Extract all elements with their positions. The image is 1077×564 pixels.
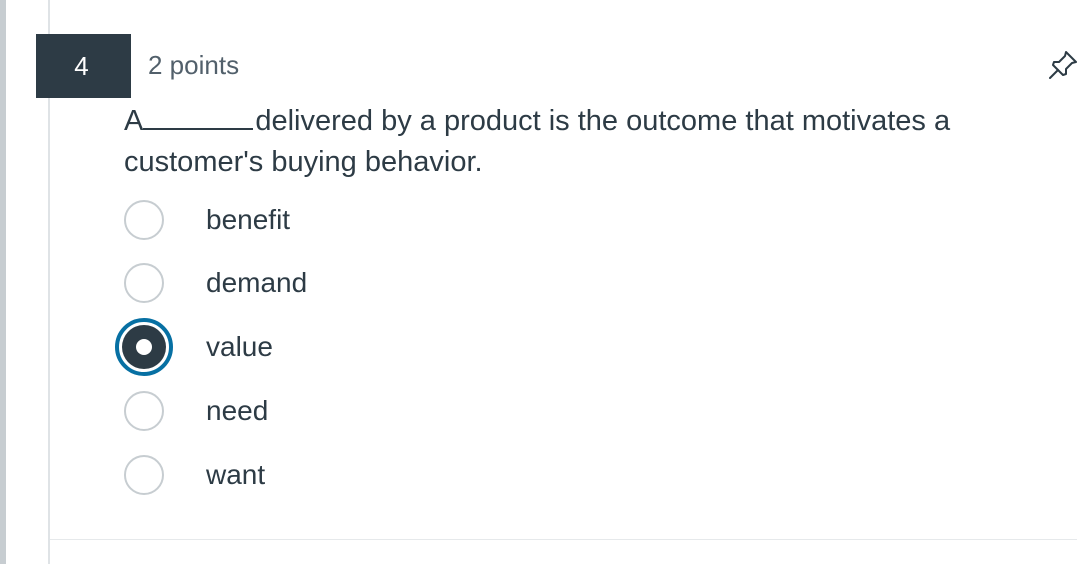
radio-button[interactable] — [124, 391, 164, 431]
left-rail — [0, 0, 6, 564]
radio-button[interactable] — [124, 263, 164, 303]
radio-button[interactable] — [124, 200, 164, 240]
quiz-page: 4 2 points Adelivered by a product is th… — [0, 0, 1077, 564]
divider — [50, 539, 1077, 540]
answer-label: need — [206, 395, 269, 426]
radio-button[interactable] — [124, 455, 164, 495]
answer-option-benefit[interactable]: benefit — [124, 198, 290, 242]
answer-option-value[interactable]: value — [115, 318, 273, 376]
answer-label: want — [206, 459, 266, 490]
answer-label: demand — [206, 267, 308, 298]
answer-label: value — [206, 331, 273, 362]
question-points: 2 points — [148, 50, 240, 80]
question-text: Adelivered by a product is the outcome t… — [124, 100, 1064, 183]
answer-option-need[interactable]: need — [124, 389, 268, 433]
radio-button-selected[interactable] — [115, 318, 173, 376]
question-number: 4 — [74, 50, 89, 81]
question-text-before: A — [124, 105, 144, 137]
answer-option-demand[interactable]: demand — [124, 261, 307, 305]
question-number-badge: 4 — [36, 34, 131, 98]
fill-in-blank — [143, 100, 254, 130]
answer-option-want[interactable]: want — [124, 453, 265, 497]
answer-label: benefit — [206, 204, 291, 235]
pin-icon[interactable] — [1046, 48, 1077, 82]
